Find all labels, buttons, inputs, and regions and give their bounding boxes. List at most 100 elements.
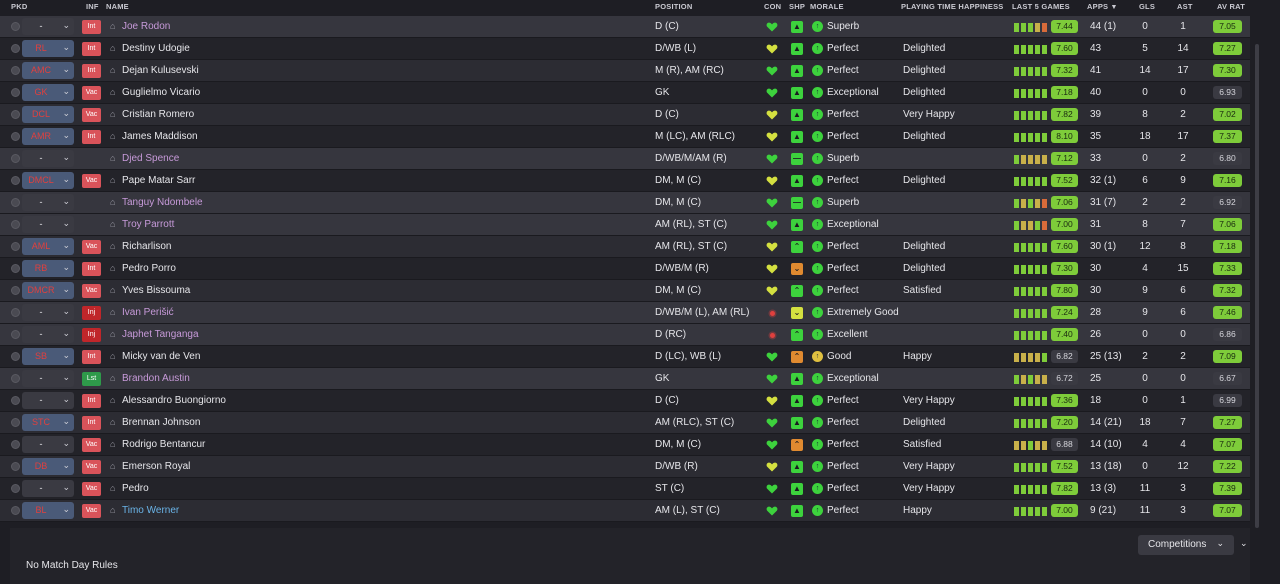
- table-row[interactable]: - ⌄ ⌂ Tanguy Ndombele DM, M (C) — ↑ Supe…: [0, 192, 1250, 214]
- pkd-selector[interactable]: BL ⌄: [22, 502, 74, 519]
- pkd-selector[interactable]: - ⌄: [22, 304, 74, 321]
- table-row[interactable]: DMCL ⌄ Vac ⌂ Pape Matar Sarr DM, M (C) ▲…: [0, 170, 1250, 192]
- competitions-dropdown[interactable]: Competitions ⌄: [1138, 535, 1234, 555]
- select-checkbox[interactable]: [11, 198, 20, 207]
- pkd-selector[interactable]: GK ⌄: [22, 84, 74, 101]
- header-last5[interactable]: LAST 5 GAMES: [1012, 2, 1070, 11]
- player-name[interactable]: Richarlison: [122, 241, 171, 252]
- select-checkbox[interactable]: [11, 44, 20, 53]
- player-name[interactable]: Joe Rodon: [122, 21, 170, 32]
- player-name[interactable]: Brennan Johnson: [122, 417, 200, 428]
- player-name[interactable]: Pedro: [122, 483, 149, 494]
- player-name[interactable]: Dejan Kulusevski: [122, 65, 199, 76]
- select-checkbox[interactable]: [11, 352, 20, 361]
- player-name[interactable]: Emerson Royal: [122, 461, 190, 472]
- header-position[interactable]: POSITION: [655, 2, 692, 11]
- table-row[interactable]: - ⌄ ⌂ Troy Parrott AM (RL), ST (C) ▲ ↑ E…: [0, 214, 1250, 236]
- chevron-down-icon[interactable]: ⌄: [1240, 538, 1248, 549]
- pkd-selector[interactable]: - ⌄: [22, 150, 74, 167]
- pkd-selector[interactable]: DCL ⌄: [22, 106, 74, 123]
- table-row[interactable]: AML ⌄ Vac ⌂ Richarlison AM (RL), ST (C) …: [0, 236, 1250, 258]
- table-row[interactable]: SB ⌄ Int ⌂ Micky van de Ven D (LC), WB (…: [0, 346, 1250, 368]
- pkd-selector[interactable]: - ⌄: [22, 18, 74, 35]
- header-name[interactable]: NAME: [106, 2, 129, 11]
- table-row[interactable]: - ⌄ Lst ⌂ Brandon Austin GK ▲ ↑ Exceptio…: [0, 368, 1250, 390]
- select-checkbox[interactable]: [11, 110, 20, 119]
- player-name[interactable]: Pedro Porro: [122, 263, 176, 274]
- header-avrat[interactable]: AV RAT: [1217, 2, 1245, 11]
- header-con[interactable]: CON: [764, 2, 781, 11]
- select-checkbox[interactable]: [11, 462, 20, 471]
- pkd-selector[interactable]: - ⌄: [22, 194, 74, 211]
- player-name[interactable]: Ivan Perišić: [122, 307, 174, 318]
- select-checkbox[interactable]: [11, 484, 20, 493]
- pkd-selector[interactable]: AMC ⌄: [22, 62, 74, 79]
- player-name[interactable]: Cristian Romero: [122, 109, 194, 120]
- header-gls[interactable]: GLS: [1139, 2, 1155, 11]
- pkd-selector[interactable]: DB ⌄: [22, 458, 74, 475]
- table-row[interactable]: DMCR ⌄ Vac ⌂ Yves Bissouma DM, M (C) ⌃ ↑…: [0, 280, 1250, 302]
- table-row[interactable]: AMC ⌄ Int ⌂ Dejan Kulusevski M (R), AM (…: [0, 60, 1250, 82]
- table-row[interactable]: - ⌄ Int ⌂ Joe Rodon D (C) ▲ ↑ Superb 7.4…: [0, 16, 1250, 38]
- table-row[interactable]: DCL ⌄ Vac ⌂ Cristian Romero D (C) ▲ ↑ Pe…: [0, 104, 1250, 126]
- select-checkbox[interactable]: [11, 88, 20, 97]
- select-checkbox[interactable]: [11, 418, 20, 427]
- player-name[interactable]: James Maddison: [122, 131, 198, 142]
- select-checkbox[interactable]: [11, 286, 20, 295]
- player-name[interactable]: Destiny Udogie: [122, 43, 190, 54]
- select-checkbox[interactable]: [11, 330, 20, 339]
- select-checkbox[interactable]: [11, 264, 20, 273]
- table-row[interactable]: AMR ⌄ Int ⌂ James Maddison M (LC), AM (R…: [0, 126, 1250, 148]
- player-name[interactable]: Yves Bissouma: [122, 285, 190, 296]
- pkd-selector[interactable]: AMR ⌄: [22, 128, 74, 145]
- table-row[interactable]: RB ⌄ Int ⌂ Pedro Porro D/WB/M (R) ⌄ ↑ Pe…: [0, 258, 1250, 280]
- pkd-selector[interactable]: SB ⌄: [22, 348, 74, 365]
- select-checkbox[interactable]: [11, 154, 20, 163]
- player-name[interactable]: Rodrigo Bentancur: [122, 439, 205, 450]
- pkd-selector[interactable]: AML ⌄: [22, 238, 74, 255]
- table-row[interactable]: RL ⌄ Int ⌂ Destiny Udogie D/WB (L) ▲ ↑ P…: [0, 38, 1250, 60]
- header-ast[interactable]: AST: [1177, 2, 1193, 11]
- header-apps[interactable]: APPS ▼: [1087, 2, 1118, 11]
- select-checkbox[interactable]: [11, 374, 20, 383]
- pkd-selector[interactable]: - ⌄: [22, 480, 74, 497]
- table-row[interactable]: - ⌄ Vac ⌂ Rodrigo Bentancur DM, M (C) ⌃ …: [0, 434, 1250, 456]
- pkd-selector[interactable]: - ⌄: [22, 392, 74, 409]
- scrollbar[interactable]: [1255, 44, 1259, 528]
- select-checkbox[interactable]: [11, 22, 20, 31]
- player-name[interactable]: Troy Parrott: [122, 219, 174, 230]
- select-checkbox[interactable]: [11, 132, 20, 141]
- pkd-selector[interactable]: STC ⌄: [22, 414, 74, 431]
- pkd-selector[interactable]: - ⌄: [22, 326, 74, 343]
- player-name[interactable]: Guglielmo Vicario: [122, 87, 200, 98]
- pkd-selector[interactable]: DMCL ⌄: [22, 172, 74, 189]
- pkd-selector[interactable]: - ⌄: [22, 436, 74, 453]
- select-checkbox[interactable]: [11, 176, 20, 185]
- header-shp[interactable]: SHP: [789, 2, 805, 11]
- player-name[interactable]: Alessandro Buongiorno: [122, 395, 226, 406]
- select-checkbox[interactable]: [11, 220, 20, 229]
- pkd-selector[interactable]: - ⌄: [22, 216, 74, 233]
- select-checkbox[interactable]: [11, 440, 20, 449]
- pkd-selector[interactable]: RB ⌄: [22, 260, 74, 277]
- table-row[interactable]: - ⌄ Inj ⌂ Japhet Tanganga D (RC) ⌃ ↑ Exc…: [0, 324, 1250, 346]
- select-checkbox[interactable]: [11, 242, 20, 251]
- pkd-selector[interactable]: - ⌄: [22, 370, 74, 387]
- player-name[interactable]: Japhet Tanganga: [122, 329, 199, 340]
- select-checkbox[interactable]: [11, 308, 20, 317]
- player-name[interactable]: Pape Matar Sarr: [122, 175, 195, 186]
- player-name[interactable]: Brandon Austin: [122, 373, 190, 384]
- table-row[interactable]: STC ⌄ Int ⌂ Brennan Johnson AM (RLC), ST…: [0, 412, 1250, 434]
- player-name[interactable]: Djed Spence: [122, 153, 179, 164]
- table-row[interactable]: - ⌄ Vac ⌂ Pedro ST (C) ▲ ↑ Perfect Very …: [0, 478, 1250, 500]
- header-inf[interactable]: INF: [86, 2, 99, 11]
- select-checkbox[interactable]: [11, 66, 20, 75]
- select-checkbox[interactable]: [11, 396, 20, 405]
- select-checkbox[interactable]: [11, 506, 20, 515]
- player-name[interactable]: Tanguy Ndombele: [122, 197, 203, 208]
- header-morale[interactable]: MORALE: [810, 2, 844, 11]
- header-pkd[interactable]: PKD: [11, 2, 27, 11]
- table-row[interactable]: DB ⌄ Vac ⌂ Emerson Royal D/WB (R) ▲ ↑ Pe…: [0, 456, 1250, 478]
- table-row[interactable]: - ⌄ Int ⌂ Alessandro Buongiorno D (C) ▲ …: [0, 390, 1250, 412]
- table-row[interactable]: - ⌄ ⌂ Djed Spence D/WB/M/AM (R) — ↑ Supe…: [0, 148, 1250, 170]
